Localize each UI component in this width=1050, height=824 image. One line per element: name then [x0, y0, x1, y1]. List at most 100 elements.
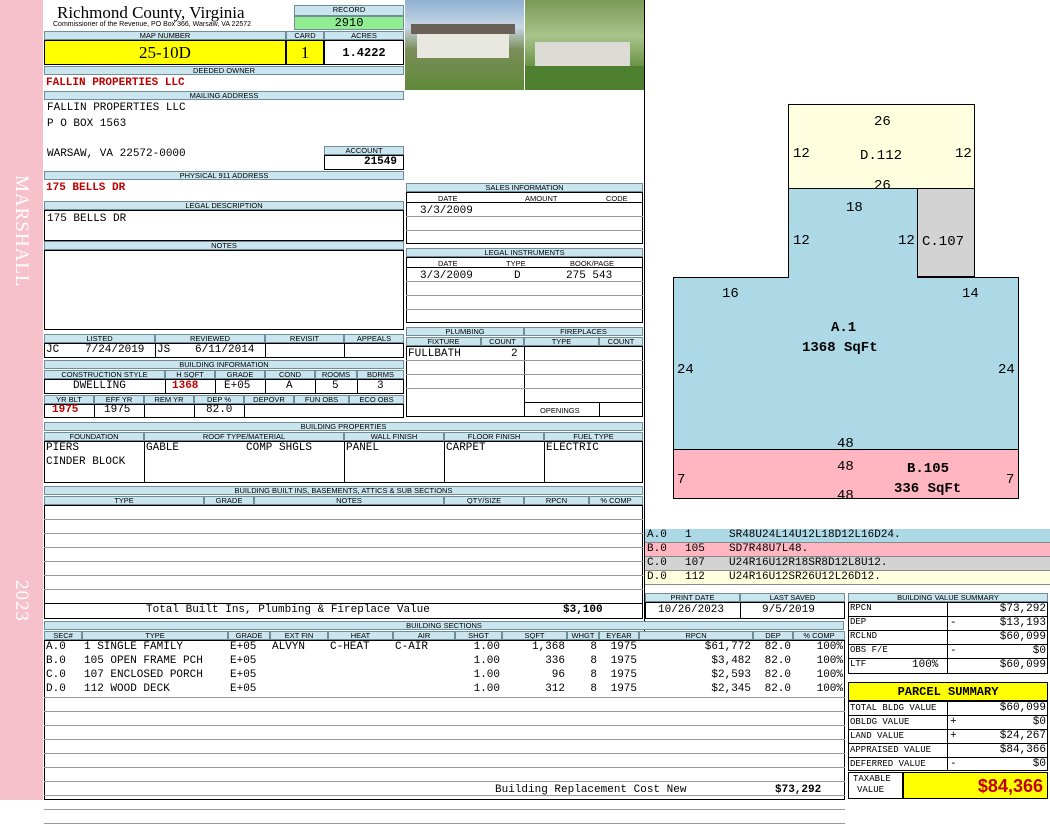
map-header: MAP NUMBER [44, 31, 286, 40]
legend-sec: D.0 [647, 571, 667, 583]
instrument-date: 3/3/2009 [420, 270, 473, 282]
building-sections-header: BUILDING SECTIONS [44, 621, 844, 630]
mailing-line-3: WARSAW, VA 22572-0000 [47, 148, 186, 160]
record-header: RECORD [294, 5, 404, 16]
legend-row: C.0 107 U24R16U12R18SR8D12L8U12. [645, 557, 1050, 571]
legend-path: U24R16U12SR26U12L26D12. [729, 571, 881, 583]
legend-num: 105 [685, 543, 705, 555]
section-cell-whgt: 8 [590, 655, 597, 667]
notes-box [44, 250, 404, 330]
legend-row: B.0 105 SD7R48U7L48. [645, 543, 1050, 557]
section-cell-sqft: 96 [551, 669, 565, 681]
mailing-header: MAILING ADDRESS [44, 91, 404, 100]
section-cell-sec: C.0 [46, 669, 66, 681]
mailing-line-2: P O BOX 1563 [47, 118, 127, 130]
section-cell-sqft: 1,368 [531, 641, 565, 653]
building-value-summary-header: BUILDING VALUE SUMMARY [848, 593, 1048, 602]
legend-sec: A.0 [647, 529, 667, 541]
built-ins-total: $3,100 [563, 604, 603, 616]
section-cell-sqft: 336 [545, 655, 565, 667]
sketch-section-a [673, 277, 1019, 450]
section-cell-eyear: 1975 [610, 683, 637, 695]
section-cell-ext: ALVYN [272, 641, 306, 653]
appraised-value: $84,366 [999, 744, 1046, 756]
acres-value: 1.4222 [324, 40, 404, 65]
condition-value: A [286, 380, 293, 392]
last-saved: 9/5/2019 [762, 604, 815, 616]
section-cell-shgt: 1.00 [473, 641, 500, 653]
deeded-owner-header: DEEDED OWNER [44, 66, 404, 75]
map-number: 25-10D [44, 40, 286, 65]
grade-value: E+05 [224, 380, 251, 392]
parcel-summary-header: PARCEL SUMMARY [848, 682, 1048, 701]
section-cell-type: 105 OPEN FRAME PCH [84, 655, 203, 667]
legal-description: 175 BELLS DR [47, 213, 127, 225]
sketch-b-label: B.105 [907, 461, 950, 477]
built-ins-header: BUILDING BUILT INS, BASEMENTS, ATTICS & … [44, 486, 643, 495]
record-value: 2910 [294, 16, 404, 30]
property-photo-2 [525, 0, 644, 90]
section-cell-dep: 82.0 [764, 655, 791, 667]
section-cell-air: C-AIR [395, 641, 429, 653]
section-cell-type: 1 SINGLE FAMILY [84, 641, 184, 653]
bv-ltf: $60,099 [999, 659, 1046, 671]
bv-rpcn: $73,292 [999, 603, 1046, 615]
taxable-value: $84,366 [903, 772, 1048, 799]
section-cell-grade: E+05 [230, 655, 257, 667]
bv-dep: $13,193 [999, 617, 1046, 629]
year-label: 2023 [11, 580, 32, 622]
built-ins-total-label: Total Built Ins, Plumbing & Fireplace Va… [146, 604, 430, 616]
legend-num: 112 [685, 571, 705, 583]
bv-obs: $0 [1032, 645, 1046, 657]
section-cell-eyear: 1975 [610, 641, 637, 653]
total-bldg-value: $60,099 [999, 702, 1046, 714]
physical-address: 175 BELLS DR [46, 182, 126, 194]
section-cell-grade: E+05 [230, 641, 257, 653]
acres-header: ACRES [324, 31, 404, 40]
fireplaces-header: FIREPLACES [524, 327, 643, 336]
legend-sec: B.0 [647, 543, 667, 555]
property-photo-1 [405, 0, 524, 90]
legend-sec: C.0 [647, 557, 667, 569]
section-cell-dep: 82.0 [764, 669, 791, 681]
legend-row: A.0 1 SR48U24L14U12L18D12L16D24. [645, 529, 1050, 543]
section-cell-whgt: 8 [590, 669, 597, 681]
county-title: Richmond County, Virginia [57, 3, 245, 22]
bedrooms-value: 3 [377, 380, 384, 392]
office-address: Commissioner of the Revenue, PO Box 366,… [53, 21, 252, 28]
account-header: ACCOUNT [324, 146, 404, 155]
plumbing-count: 2 [511, 348, 518, 360]
building-properties-header: BUILDING PROPERTIES [44, 422, 643, 431]
sidebar-strip: MARSHALL 2023 [0, 0, 43, 800]
listed-by: JC [46, 344, 60, 356]
section-cell-whgt: 8 [590, 683, 597, 695]
district-label: MARSHALL [11, 175, 32, 288]
depreciation-pct: 82.0 [206, 404, 233, 416]
section-cell-heat: C-HEAT [330, 641, 370, 653]
floor-finish: CARPET [446, 442, 486, 454]
year-built: 1975 [52, 404, 79, 416]
sketch-a-label: A.1 [831, 320, 857, 336]
legend-path: U24R16U12R18SR8D12L8U12. [729, 557, 888, 569]
roof-material: COMP SHGLS [246, 442, 313, 454]
section-cell-sec: D.0 [46, 683, 66, 695]
foundation-1: PIERS [46, 442, 80, 454]
section-cell-type: 107 ENCLOSED PORCH [84, 669, 203, 681]
deferred-value: $0 [1032, 758, 1046, 770]
legend-path: SD7R48U7L48. [729, 543, 809, 555]
section-cell-dep: 82.0 [764, 641, 791, 653]
section-cell-eyear: 1975 [610, 669, 637, 681]
mailing-line-1: FALLIN PROPERTIES LLC [47, 102, 186, 114]
account-number: 21549 [324, 155, 404, 170]
card-number: 1 [286, 40, 324, 65]
reviewed-date: 6/11/2014 [195, 344, 255, 356]
sketch-b-sqft: 336 SqFt [894, 481, 962, 497]
openings-label: OPENINGS [540, 406, 580, 415]
section-cell-sec: B.0 [46, 655, 66, 667]
legal-header: LEGAL DESCRIPTION [44, 201, 404, 210]
obldg-value: $0 [1032, 716, 1046, 728]
rooms-value: 5 [332, 380, 339, 392]
section-cell-dep: 82.0 [764, 683, 791, 695]
wall-finish: PANEL [346, 442, 380, 454]
section-cell-rpcn: $3,482 [711, 655, 751, 667]
